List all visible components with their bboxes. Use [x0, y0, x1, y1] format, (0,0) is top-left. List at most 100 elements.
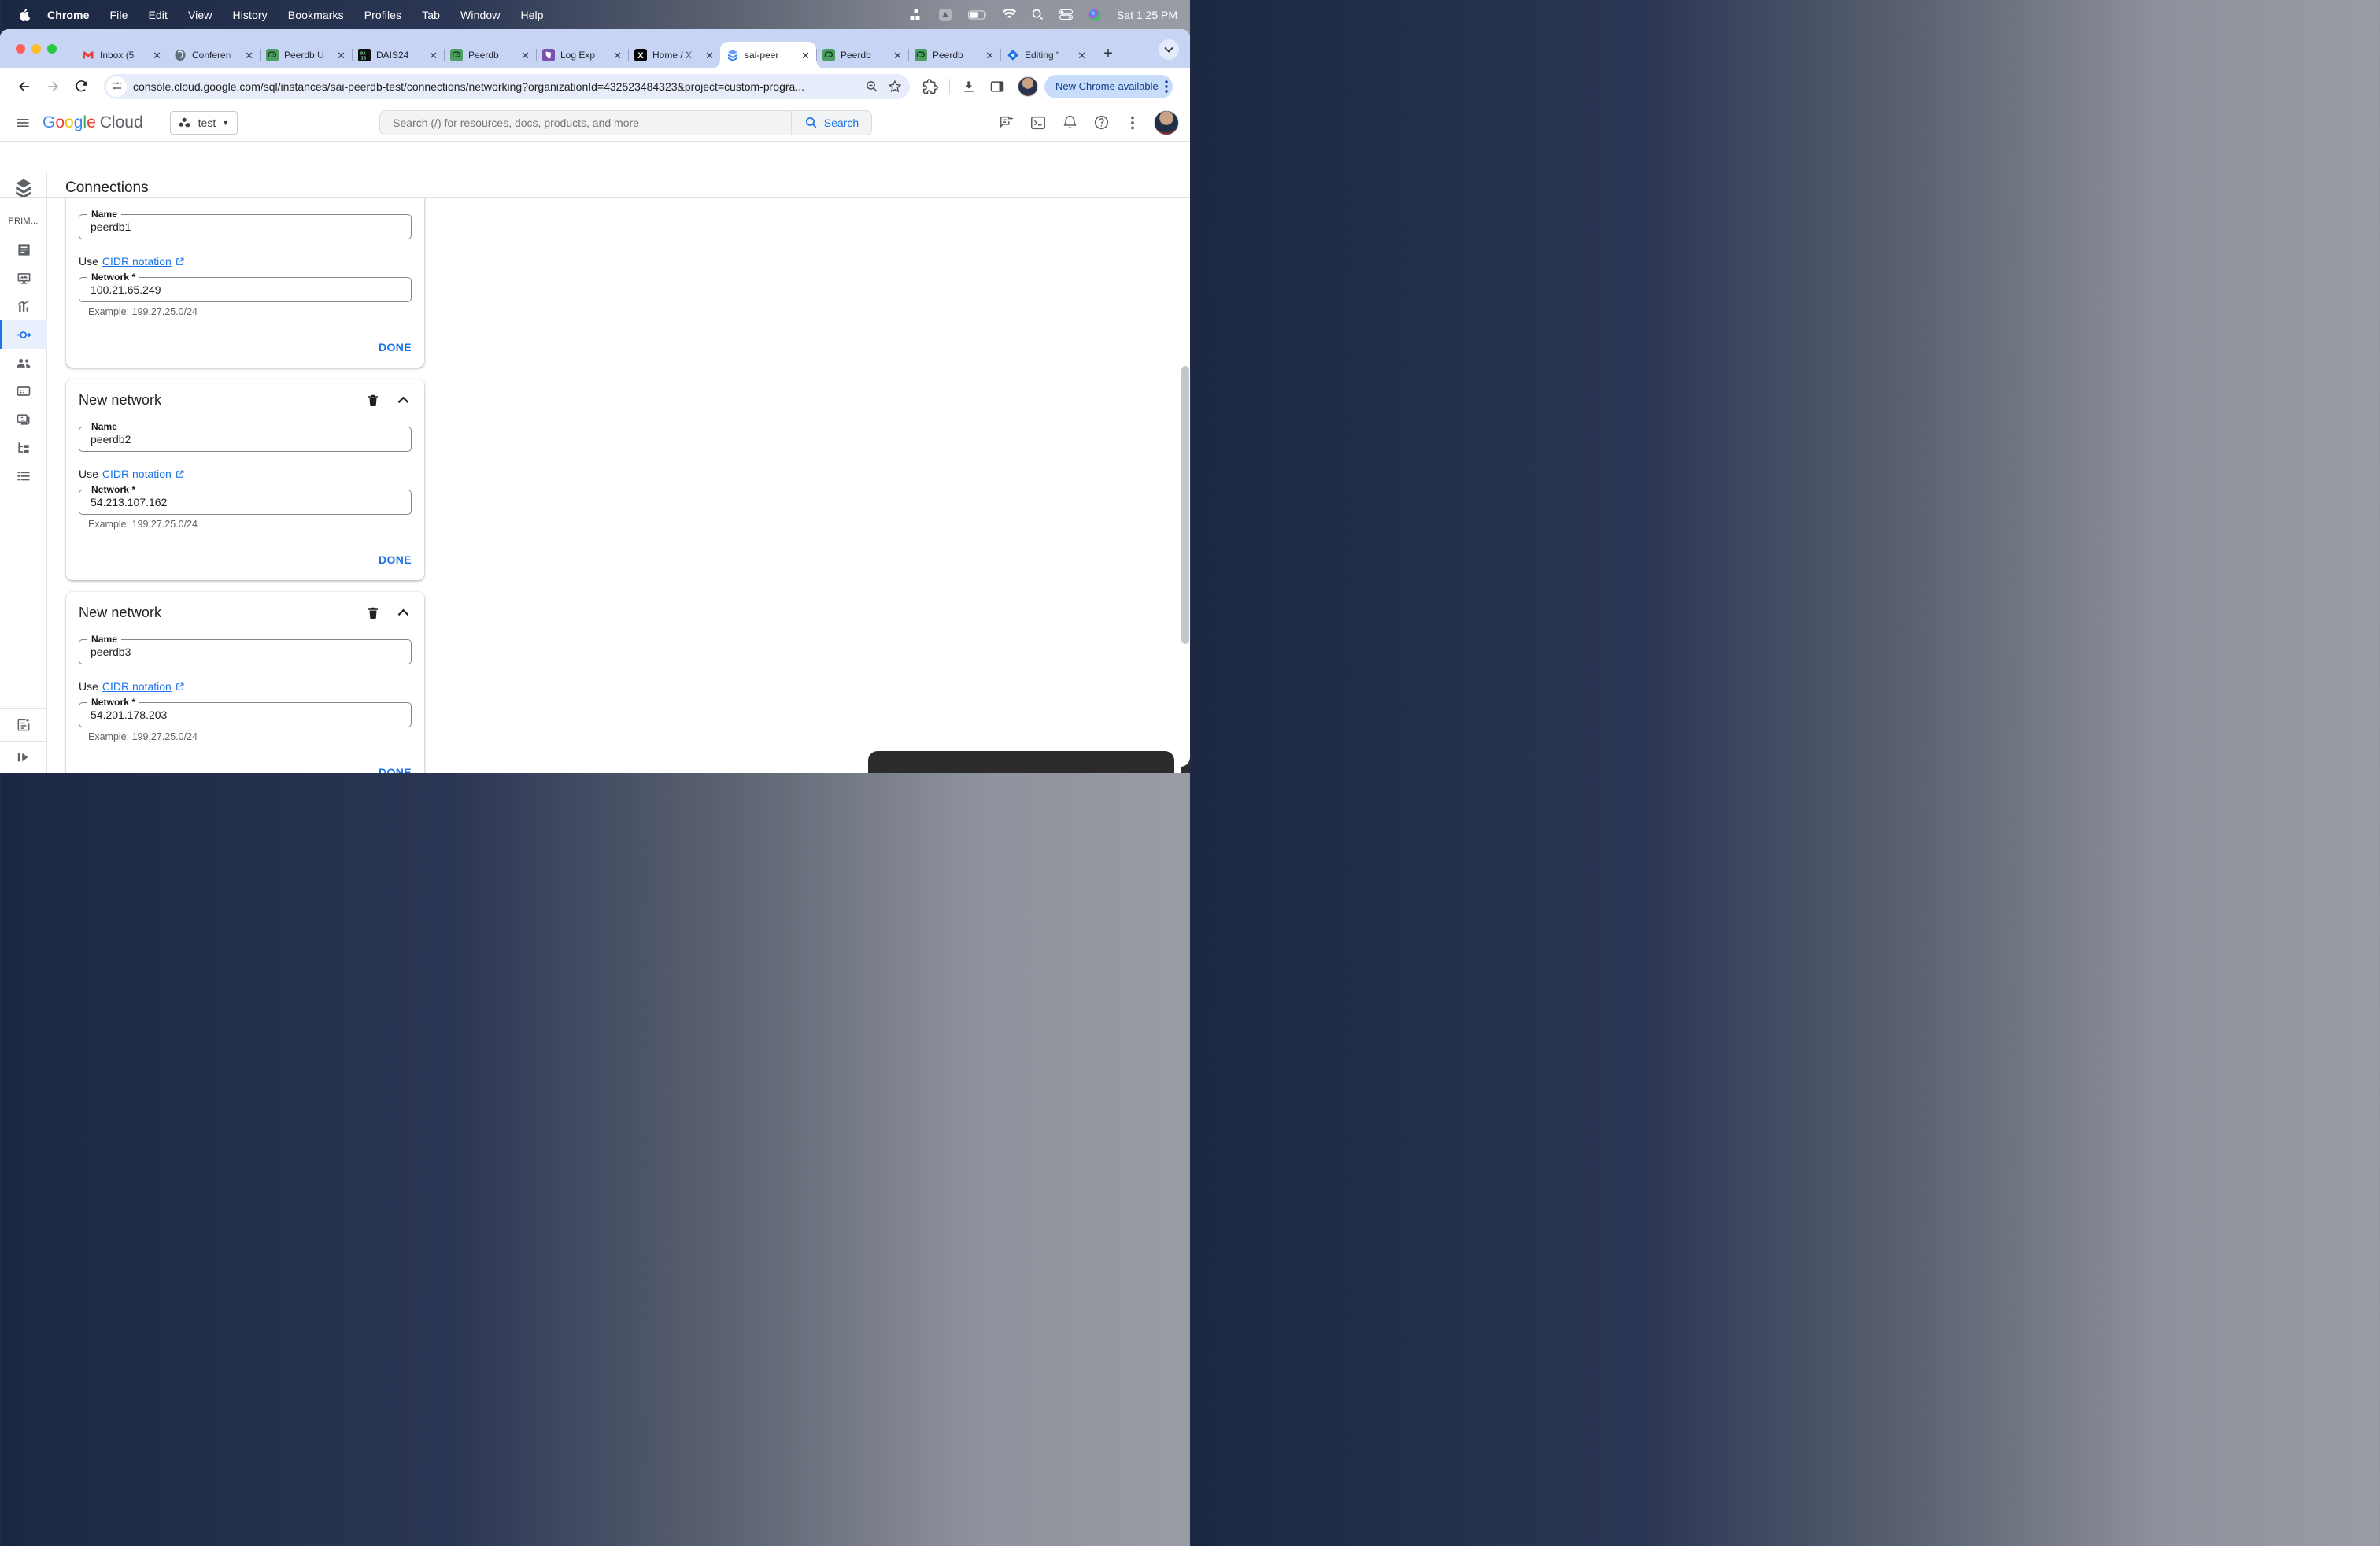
tab-close-icon[interactable]: ✕ [893, 50, 902, 61]
sidebar-item-replicas[interactable] [0, 434, 47, 462]
menu-view[interactable]: View [188, 9, 213, 21]
tab-close-icon[interactable]: ✕ [245, 50, 253, 61]
gemini-assist-icon[interactable] [996, 113, 1017, 133]
new-tab-button[interactable]: + [1097, 43, 1119, 65]
cidr-notation-link[interactable]: CIDR notation [102, 468, 172, 480]
network-field-1[interactable]: Network * [79, 272, 412, 302]
menu-edit[interactable]: Edit [148, 9, 168, 21]
nav-menu-icon[interactable] [8, 108, 38, 138]
tab-search-chevron-button[interactable] [1159, 39, 1179, 60]
network-field-2[interactable]: Network * [79, 484, 412, 515]
browser-menu-icon[interactable] [1165, 80, 1168, 93]
siri-icon[interactable] [1088, 9, 1101, 21]
cloud-search-bar[interactable]: Search [379, 109, 873, 135]
tab-close-icon[interactable]: ✕ [705, 50, 714, 61]
url-text[interactable]: console.cloud.google.com/sql/instances/s… [133, 80, 856, 93]
delete-network-button[interactable] [364, 604, 382, 621]
site-settings-icon[interactable] [106, 76, 127, 97]
zoom-out-icon[interactable] [865, 80, 878, 93]
tab-conference[interactable]: Conferen ✕ [168, 42, 260, 68]
expand-nav-button[interactable] [0, 741, 47, 773]
done-button[interactable]: DONE [379, 553, 412, 569]
menu-bookmarks[interactable]: Bookmarks [288, 9, 344, 21]
minimize-window-button[interactable] [31, 44, 41, 54]
apple-logo-icon[interactable] [19, 8, 30, 21]
tab-peerdb-4[interactable]: Peerdb ✕ [908, 42, 1000, 68]
sidebar-item-overview[interactable] [0, 235, 47, 264]
cidr-notation-link[interactable]: CIDR notation [102, 680, 172, 693]
sidebar-item-connections[interactable] [0, 320, 47, 349]
done-button[interactable]: DONE [379, 341, 412, 357]
downloads-icon[interactable] [961, 79, 977, 94]
google-cloud-logo[interactable]: Google Cloud [42, 113, 143, 132]
tab-dais24[interactable]: DA IS DAIS24 ✕ [352, 42, 444, 68]
browser-profile-avatar[interactable] [1018, 76, 1038, 97]
back-button[interactable] [13, 75, 36, 98]
menu-file[interactable]: File [110, 9, 128, 21]
window-controls[interactable] [16, 44, 57, 54]
collapse-card-button[interactable] [394, 391, 412, 409]
forward-button[interactable] [41, 75, 65, 98]
sidebar-item-query-insights[interactable] [0, 292, 47, 320]
menu-window[interactable]: Window [460, 9, 500, 21]
close-window-button[interactable] [16, 44, 25, 54]
spotlight-search-icon[interactable] [1032, 9, 1044, 20]
app-status-icon[interactable] [938, 8, 952, 22]
sidebar-item-operations[interactable] [0, 462, 47, 490]
chrome-update-button[interactable]: New Chrome available [1044, 74, 1173, 98]
name-input[interactable] [79, 215, 411, 239]
tab-close-icon[interactable]: ✕ [801, 50, 810, 61]
tab-close-icon[interactable]: ✕ [429, 50, 438, 61]
tab-close-icon[interactable]: ✕ [521, 50, 530, 61]
sidebar-item-databases[interactable] [0, 377, 47, 405]
omnibox[interactable]: console.cloud.google.com/sql/instances/s… [104, 73, 910, 99]
menu-chrome[interactable]: Chrome [47, 9, 90, 21]
cloud-shell-icon[interactable] [1028, 113, 1048, 133]
tab-sai-peerdb-active[interactable]: sai-peer ✕ [712, 42, 824, 68]
name-input[interactable] [79, 640, 411, 664]
tab-close-icon[interactable]: ✕ [613, 50, 622, 61]
cloud-search-button[interactable]: Search [790, 110, 871, 135]
name-field-3[interactable]: Name [79, 634, 412, 664]
delete-network-button[interactable] [364, 391, 382, 409]
tab-inbox[interactable]: Inbox (5 ✕ [76, 42, 168, 68]
page-scrollbar-thumb[interactable] [1181, 366, 1189, 644]
tab-peerdb-3[interactable]: Peerdb ✕ [816, 42, 908, 68]
tab-close-icon[interactable]: ✕ [985, 50, 994, 61]
collapse-card-button[interactable] [394, 604, 412, 621]
sidebar-item-system-insights[interactable] [0, 264, 47, 292]
sidebar-item-backups[interactable] [0, 405, 47, 434]
tab-editing[interactable]: Editing " ✕ [1000, 42, 1092, 68]
account-avatar[interactable] [1154, 109, 1179, 135]
tab-close-icon[interactable]: ✕ [153, 50, 161, 61]
release-notes-button[interactable] [0, 708, 47, 741]
menu-profiles[interactable]: Profiles [364, 9, 401, 21]
name-field-2[interactable]: Name [79, 421, 412, 452]
menu-help[interactable]: Help [520, 9, 543, 21]
tab-close-icon[interactable]: ✕ [337, 50, 346, 61]
tab-close-icon[interactable]: ✕ [1077, 50, 1086, 61]
side-panel-icon[interactable] [989, 79, 1005, 94]
menu-history[interactable]: History [233, 9, 268, 21]
menu-tab[interactable]: Tab [422, 9, 440, 21]
wifi-icon[interactable] [1002, 9, 1016, 20]
more-options-icon[interactable] [1122, 113, 1143, 133]
cidr-notation-link[interactable]: CIDR notation [102, 255, 172, 268]
menubar-clock[interactable]: Sat 1:25 PM [1117, 9, 1177, 21]
cloud-search-input[interactable] [380, 116, 791, 129]
done-button[interactable]: DONE [379, 766, 412, 773]
control-center-icon[interactable] [1059, 9, 1073, 20]
reload-button[interactable] [69, 75, 93, 98]
extensions-icon[interactable] [922, 78, 938, 94]
tab-x-home[interactable]: X Home / X ✕ [628, 42, 720, 68]
help-icon[interactable] [1091, 113, 1111, 133]
tab-peerdb-2[interactable]: Peerdb ✕ [444, 42, 536, 68]
blocks-status-icon[interactable] [910, 9, 922, 21]
network-field-3[interactable]: Network * [79, 697, 412, 727]
bookmark-star-icon[interactable] [888, 80, 902, 94]
name-field-1[interactable]: Name [79, 209, 412, 239]
project-selector-button[interactable]: test ▼ [169, 110, 238, 135]
tab-log-explorer[interactable]: Log Exp ✕ [536, 42, 628, 68]
notifications-bell-icon[interactable] [1059, 113, 1080, 133]
zoom-window-button[interactable] [47, 44, 57, 54]
